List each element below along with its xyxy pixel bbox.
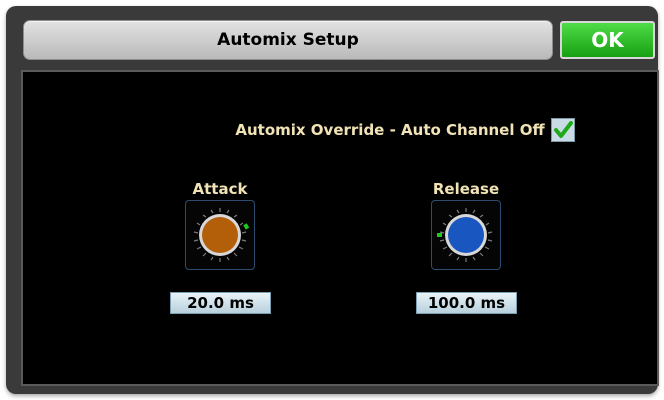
title-bar: Automix Setup: [23, 20, 553, 60]
override-checkbox[interactable]: [550, 118, 575, 142]
override-row: Automix Override - Auto Channel Off: [23, 118, 657, 142]
release-dial-icon: [437, 208, 493, 262]
attack-dial-icon: [193, 208, 250, 262]
override-label: Automix Override - Auto Channel Off: [235, 121, 545, 139]
attack-value[interactable]: 20.0 ms: [170, 292, 271, 314]
dialog-title: Automix Setup: [217, 30, 359, 50]
attack-label: Attack: [192, 180, 248, 198]
checkmark-icon: [553, 121, 573, 138]
release-label: Release: [432, 180, 500, 198]
release-knob[interactable]: [431, 200, 501, 270]
release-value[interactable]: 100.0 ms: [416, 292, 517, 314]
automix-setup-dialog: Automix Setup OK Automix Override - Auto…: [6, 6, 659, 394]
attack-knob[interactable]: [185, 200, 255, 270]
settings-panel: Automix Override - Auto Channel Off Atta…: [21, 70, 659, 386]
ok-button[interactable]: OK: [560, 21, 655, 59]
